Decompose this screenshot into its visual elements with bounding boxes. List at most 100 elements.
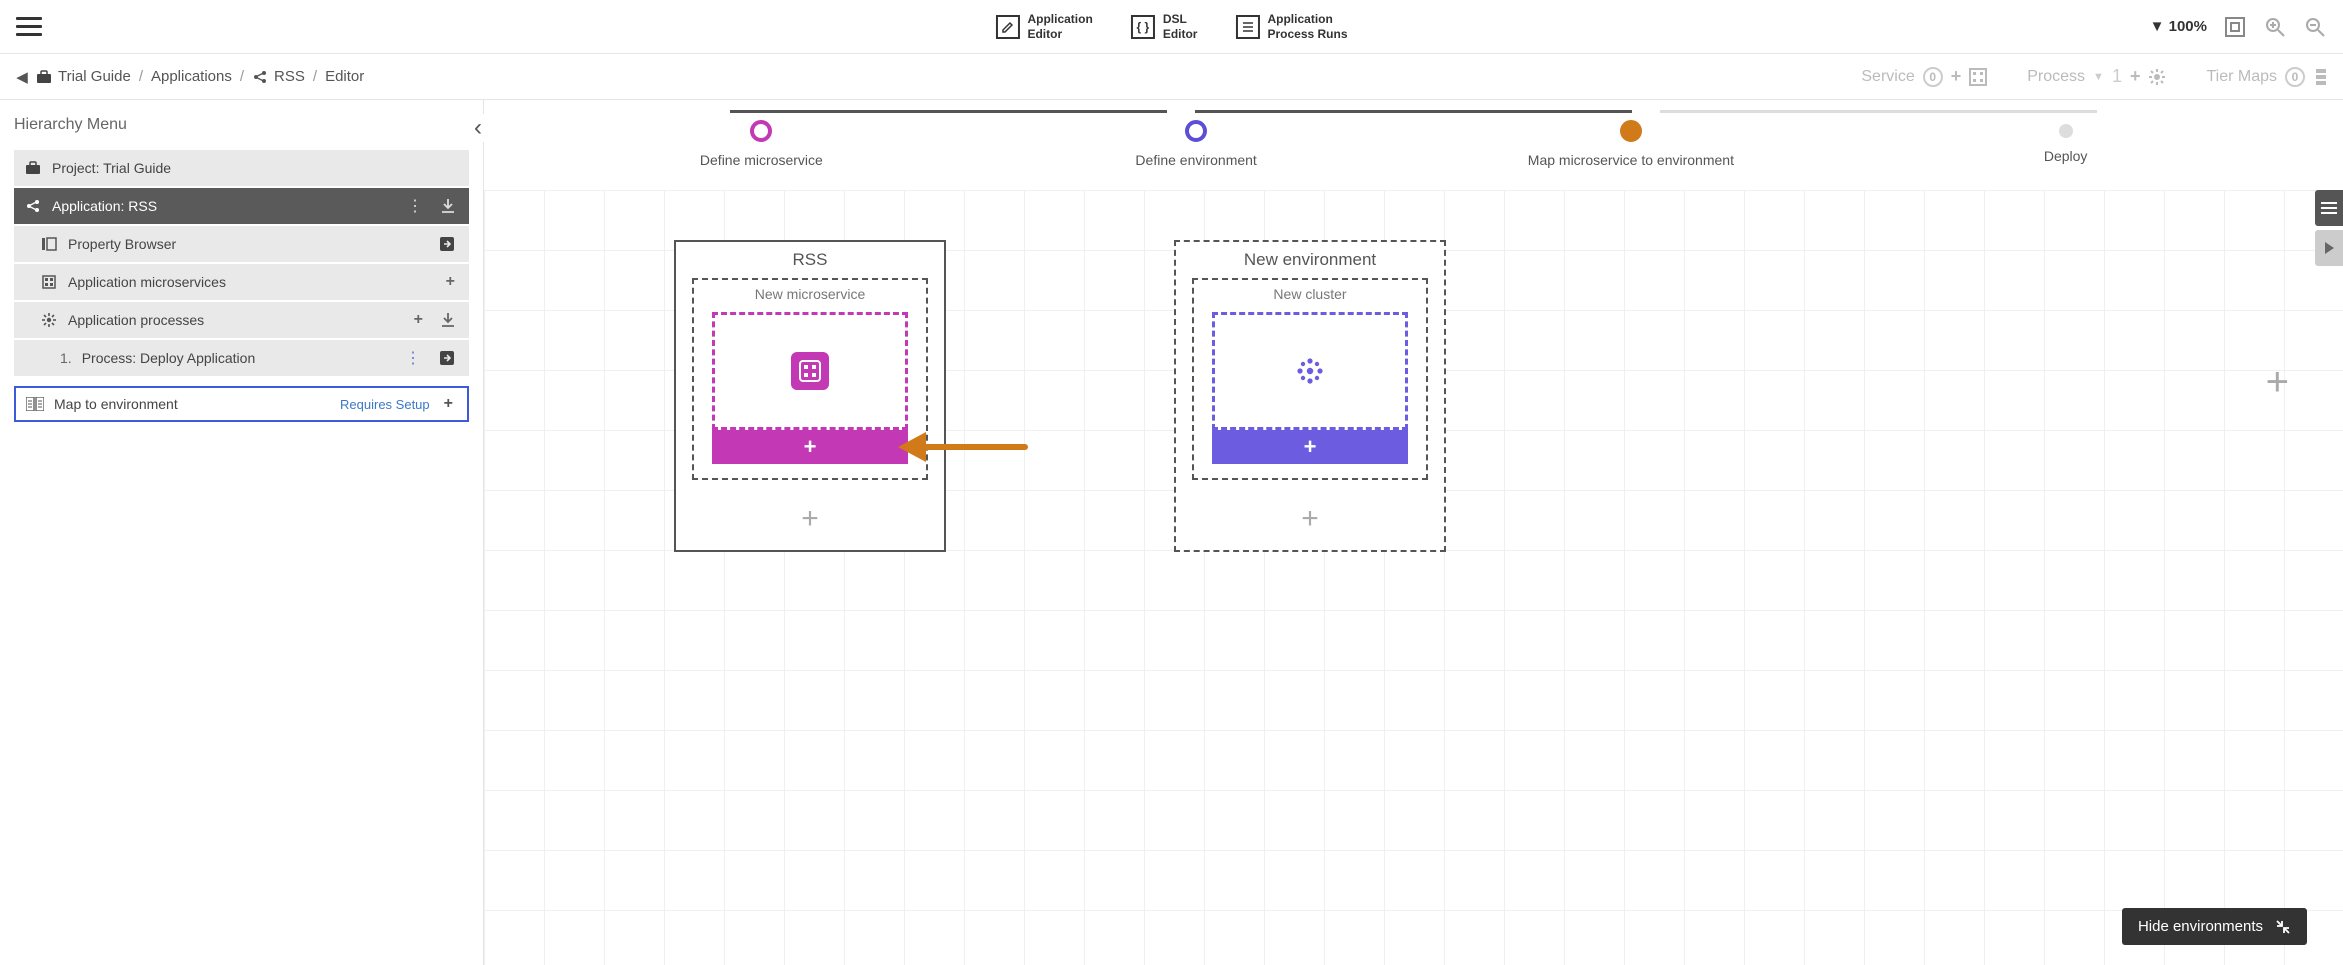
share-nodes-icon xyxy=(252,69,268,85)
service-label: Service xyxy=(1861,68,1914,86)
inner-label: New cluster xyxy=(1194,286,1426,302)
inner-dashed-container: New cluster + xyxy=(1192,278,1428,480)
step-map-microservice[interactable]: Map microservice to environment xyxy=(1414,120,1849,168)
process-count: 1 xyxy=(2112,66,2122,87)
hierarchy-app-processes[interactable]: Application processes + xyxy=(14,302,469,338)
canvas[interactable]: Define microservice Define environment M… xyxy=(484,100,2343,965)
step-label: Map microservice to environment xyxy=(1528,152,1734,168)
add-cluster-button[interactable]: + xyxy=(1212,430,1408,464)
step-circle-icon xyxy=(1620,120,1642,142)
top-toolbar: ApplicationEditor { } DSLEditor Applicat… xyxy=(0,0,2343,54)
card-rss[interactable]: RSS New microservice + + xyxy=(674,240,946,552)
tiermaps-label: Tier Maps xyxy=(2206,68,2277,86)
inner-dashed-container: New microservice + xyxy=(692,278,928,480)
zoom-level[interactable]: ▼ 100% xyxy=(2150,18,2207,35)
grid-icon xyxy=(40,273,58,291)
braces-box-icon: { } xyxy=(1131,15,1155,39)
zoom-out-icon[interactable] xyxy=(2303,15,2327,39)
hierarchy-app-microservices[interactable]: Application microservices + xyxy=(14,264,469,300)
crumb-item[interactable]: Applications xyxy=(151,68,232,85)
back-triangle-icon[interactable]: ◀ xyxy=(14,69,30,85)
share-nodes-icon xyxy=(24,197,42,215)
fit-screen-icon[interactable] xyxy=(2223,15,2247,39)
hierarchy-application[interactable]: Application: RSS ⋮ xyxy=(14,188,469,224)
hierarchy-map-environment[interactable]: Map to environment Requires Setup + xyxy=(14,386,469,422)
hierarchy-label: Application: RSS xyxy=(52,198,157,214)
breadcrumb: ◀ Trial Guide / Applications / RSS / Edi… xyxy=(14,68,364,85)
hamburger-menu-icon[interactable] xyxy=(16,17,42,36)
process-group[interactable]: Process ▼ 1 + xyxy=(2027,66,2166,87)
card-add-button[interactable]: + xyxy=(676,492,944,550)
pencil-box-icon xyxy=(995,15,1019,39)
requires-setup-label: Requires Setup xyxy=(340,397,430,412)
add-card-button[interactable]: + xyxy=(2266,360,2289,405)
card-add-button[interactable]: + xyxy=(1176,492,1444,550)
right-tab-play[interactable] xyxy=(2315,230,2343,266)
step-circle-icon xyxy=(2059,124,2073,138)
right-edge-tabs xyxy=(2315,190,2343,270)
tab-application-process-runs[interactable]: ApplicationProcess Runs xyxy=(1235,12,1347,41)
tab-label: ApplicationProcess Runs xyxy=(1267,12,1347,41)
plus-icon[interactable]: + xyxy=(442,273,459,291)
tab-label: ApplicationEditor xyxy=(1027,12,1092,41)
service-count: 0 xyxy=(1923,67,1943,87)
hierarchy-label: Process: Deploy Application xyxy=(82,350,256,366)
breadcrumb-right: Service 0 + Process ▼ 1 + Tier Maps 0 xyxy=(1861,66,2329,87)
plus-icon[interactable]: + xyxy=(1951,66,1962,87)
inner-label: New microservice xyxy=(694,286,926,302)
right-tab-menu[interactable] xyxy=(2315,190,2343,226)
import-icon[interactable] xyxy=(437,312,459,328)
process-number: 1. xyxy=(60,350,72,366)
sidebar-title: Hierarchy Menu xyxy=(0,100,483,150)
plus-icon[interactable]: + xyxy=(410,311,427,329)
service-group[interactable]: Service 0 + xyxy=(1861,66,1987,87)
tab-application-editor[interactable]: ApplicationEditor xyxy=(995,12,1092,41)
hierarchy-process-deploy[interactable]: 1. Process: Deploy Application ⋮ xyxy=(14,340,469,376)
dropdown-caret-icon[interactable]: ▼ xyxy=(2093,71,2104,83)
kebab-menu-icon[interactable]: ⋮ xyxy=(401,348,425,368)
kebab-menu-icon[interactable]: ⋮ xyxy=(403,196,427,216)
cluster-icon xyxy=(1291,352,1329,390)
step-define-environment[interactable]: Define environment xyxy=(979,120,1414,168)
tiermaps-count: 0 xyxy=(2285,67,2305,87)
stack-icon[interactable] xyxy=(2313,68,2329,86)
cluster-dropzone[interactable] xyxy=(1212,312,1408,430)
tab-label: DSLEditor xyxy=(1163,12,1198,41)
microservice-dropzone[interactable] xyxy=(712,312,908,430)
property-icon xyxy=(40,235,58,253)
hierarchy-label: Application microservices xyxy=(68,274,226,290)
card-title: New environment xyxy=(1176,242,1444,278)
step-label: Define environment xyxy=(1135,152,1256,168)
plus-icon[interactable]: + xyxy=(2130,66,2141,87)
collapse-sidebar-icon[interactable]: ‹ xyxy=(472,114,484,142)
import-icon[interactable] xyxy=(437,198,459,214)
columns-icon xyxy=(26,395,44,413)
goto-arrow-icon[interactable] xyxy=(435,236,459,252)
crumb-item[interactable]: Trial Guide xyxy=(58,68,131,85)
zoom-in-icon[interactable] xyxy=(2263,15,2287,39)
crumb-item: Editor xyxy=(325,68,364,85)
gear-icon xyxy=(40,311,58,329)
hierarchy-sidebar: Hierarchy Menu ‹ Project: Trial Guide Ap… xyxy=(0,100,484,965)
gear-icon[interactable] xyxy=(2148,68,2166,86)
breadcrumb-bar: ◀ Trial Guide / Applications / RSS / Edi… xyxy=(0,54,2343,100)
crumb-item[interactable]: RSS xyxy=(274,68,305,85)
add-microservice-button[interactable]: + xyxy=(712,430,908,464)
hierarchy-property-browser[interactable]: Property Browser xyxy=(14,226,469,262)
step-circle-icon xyxy=(750,120,772,142)
tab-dsl-editor[interactable]: { } DSLEditor xyxy=(1131,12,1198,41)
hide-env-label: Hide environments xyxy=(2138,918,2263,935)
grid-icon[interactable] xyxy=(1969,68,1987,86)
tiermaps-group[interactable]: Tier Maps 0 xyxy=(2206,67,2329,87)
step-define-microservice[interactable]: Define microservice xyxy=(544,120,979,168)
hierarchy-project[interactable]: Project: Trial Guide xyxy=(14,150,469,186)
card-title: RSS xyxy=(676,242,944,278)
microservice-grid-icon xyxy=(791,352,829,390)
card-new-environment[interactable]: New environment New cluster + + xyxy=(1174,240,1446,552)
hide-environments-button[interactable]: Hide environments xyxy=(2122,908,2307,945)
goto-arrow-icon[interactable] xyxy=(435,350,459,366)
plus-icon[interactable]: + xyxy=(440,395,457,413)
collapse-icon xyxy=(2275,919,2291,935)
step-deploy[interactable]: Deploy xyxy=(1848,120,2283,164)
step-label: Define microservice xyxy=(700,152,823,168)
